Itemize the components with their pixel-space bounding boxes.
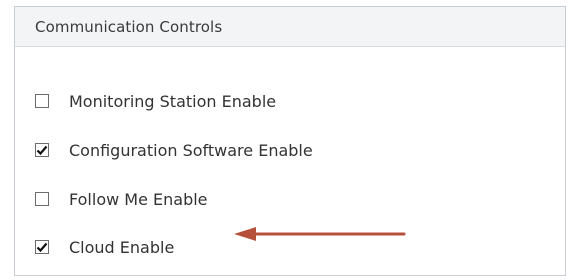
arrow-left-icon: [234, 227, 406, 241]
checkbox-configuration-software-enable[interactable]: [35, 143, 49, 157]
panel-header: Communication Controls: [15, 7, 565, 47]
arrow-head: [234, 227, 256, 241]
option-monitoring-station-enable[interactable]: Monitoring Station Enable: [35, 89, 276, 113]
option-follow-me-enable[interactable]: Follow Me Enable: [35, 187, 208, 211]
checkbox-cloud-enable[interactable]: [35, 240, 49, 254]
page: Communication Controls Monitoring Statio…: [0, 0, 574, 280]
option-label: Follow Me Enable: [69, 189, 208, 209]
option-label: Cloud Enable: [69, 237, 175, 257]
checkbox-monitoring-station-enable[interactable]: [35, 94, 49, 108]
option-label: Configuration Software Enable: [69, 140, 313, 160]
checkmark-icon: [36, 145, 48, 156]
checkmark-icon: [36, 242, 48, 253]
checkbox-follow-me-enable[interactable]: [35, 192, 49, 206]
option-cloud-enable[interactable]: Cloud Enable: [35, 235, 174, 259]
option-configuration-software-enable[interactable]: Configuration Software Enable: [35, 138, 313, 162]
panel-title: Communication Controls: [35, 17, 223, 36]
option-label: Monitoring Station Enable: [69, 91, 277, 111]
